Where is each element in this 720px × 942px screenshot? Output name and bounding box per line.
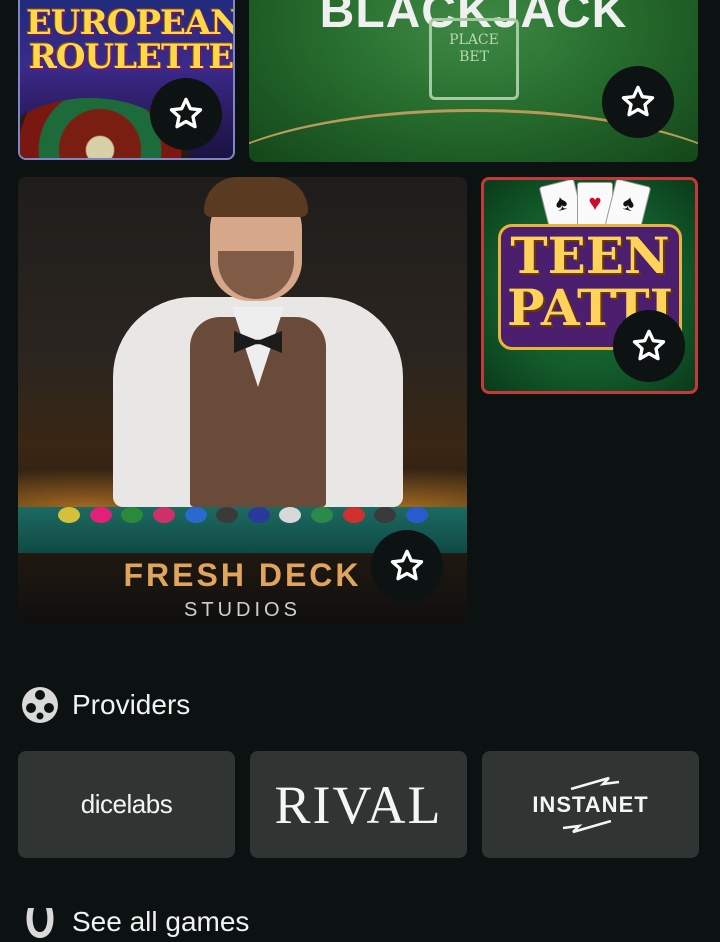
star-outline-icon xyxy=(390,549,424,581)
favorite-button[interactable] xyxy=(371,530,443,602)
place-bet-label: PLACE BET xyxy=(449,32,499,65)
favorite-button[interactable] xyxy=(613,310,685,382)
lightning-bottom-icon xyxy=(562,819,611,833)
section-title: Providers xyxy=(72,689,191,720)
favorite-button[interactable] xyxy=(602,66,674,138)
favorite-button[interactable] xyxy=(150,78,222,150)
link-label: See all games xyxy=(72,906,250,937)
see-all-games-link[interactable]: See all games xyxy=(20,902,249,942)
dealer-hair xyxy=(204,177,308,217)
star-outline-icon xyxy=(169,97,203,129)
star-outline-icon xyxy=(621,85,655,117)
provider-logo-text: dicelabs xyxy=(80,789,173,819)
providers-heading: Providers xyxy=(20,685,190,725)
studio-subtitle: STUDIOS xyxy=(184,599,301,621)
provider-logo-text: INSTANET xyxy=(532,791,649,817)
playing-cards-image: ♠ ♥ ♠ xyxy=(538,180,652,234)
provider-card-dicelabs[interactable]: dicelabs xyxy=(18,751,235,858)
provider-card-rival[interactable]: RIVAL xyxy=(250,751,467,858)
game-title: EUROPEAN ROULETTE xyxy=(26,3,235,77)
star-outline-icon xyxy=(632,329,666,361)
provider-card-instanet[interactable]: INSTANET xyxy=(482,751,699,858)
film-reel-icon xyxy=(22,687,58,723)
horseshoe-icon xyxy=(26,908,54,938)
chip-row xyxy=(58,507,428,527)
provider-logo-text: RIVAL xyxy=(274,774,443,835)
lightning-top-icon xyxy=(570,776,619,790)
